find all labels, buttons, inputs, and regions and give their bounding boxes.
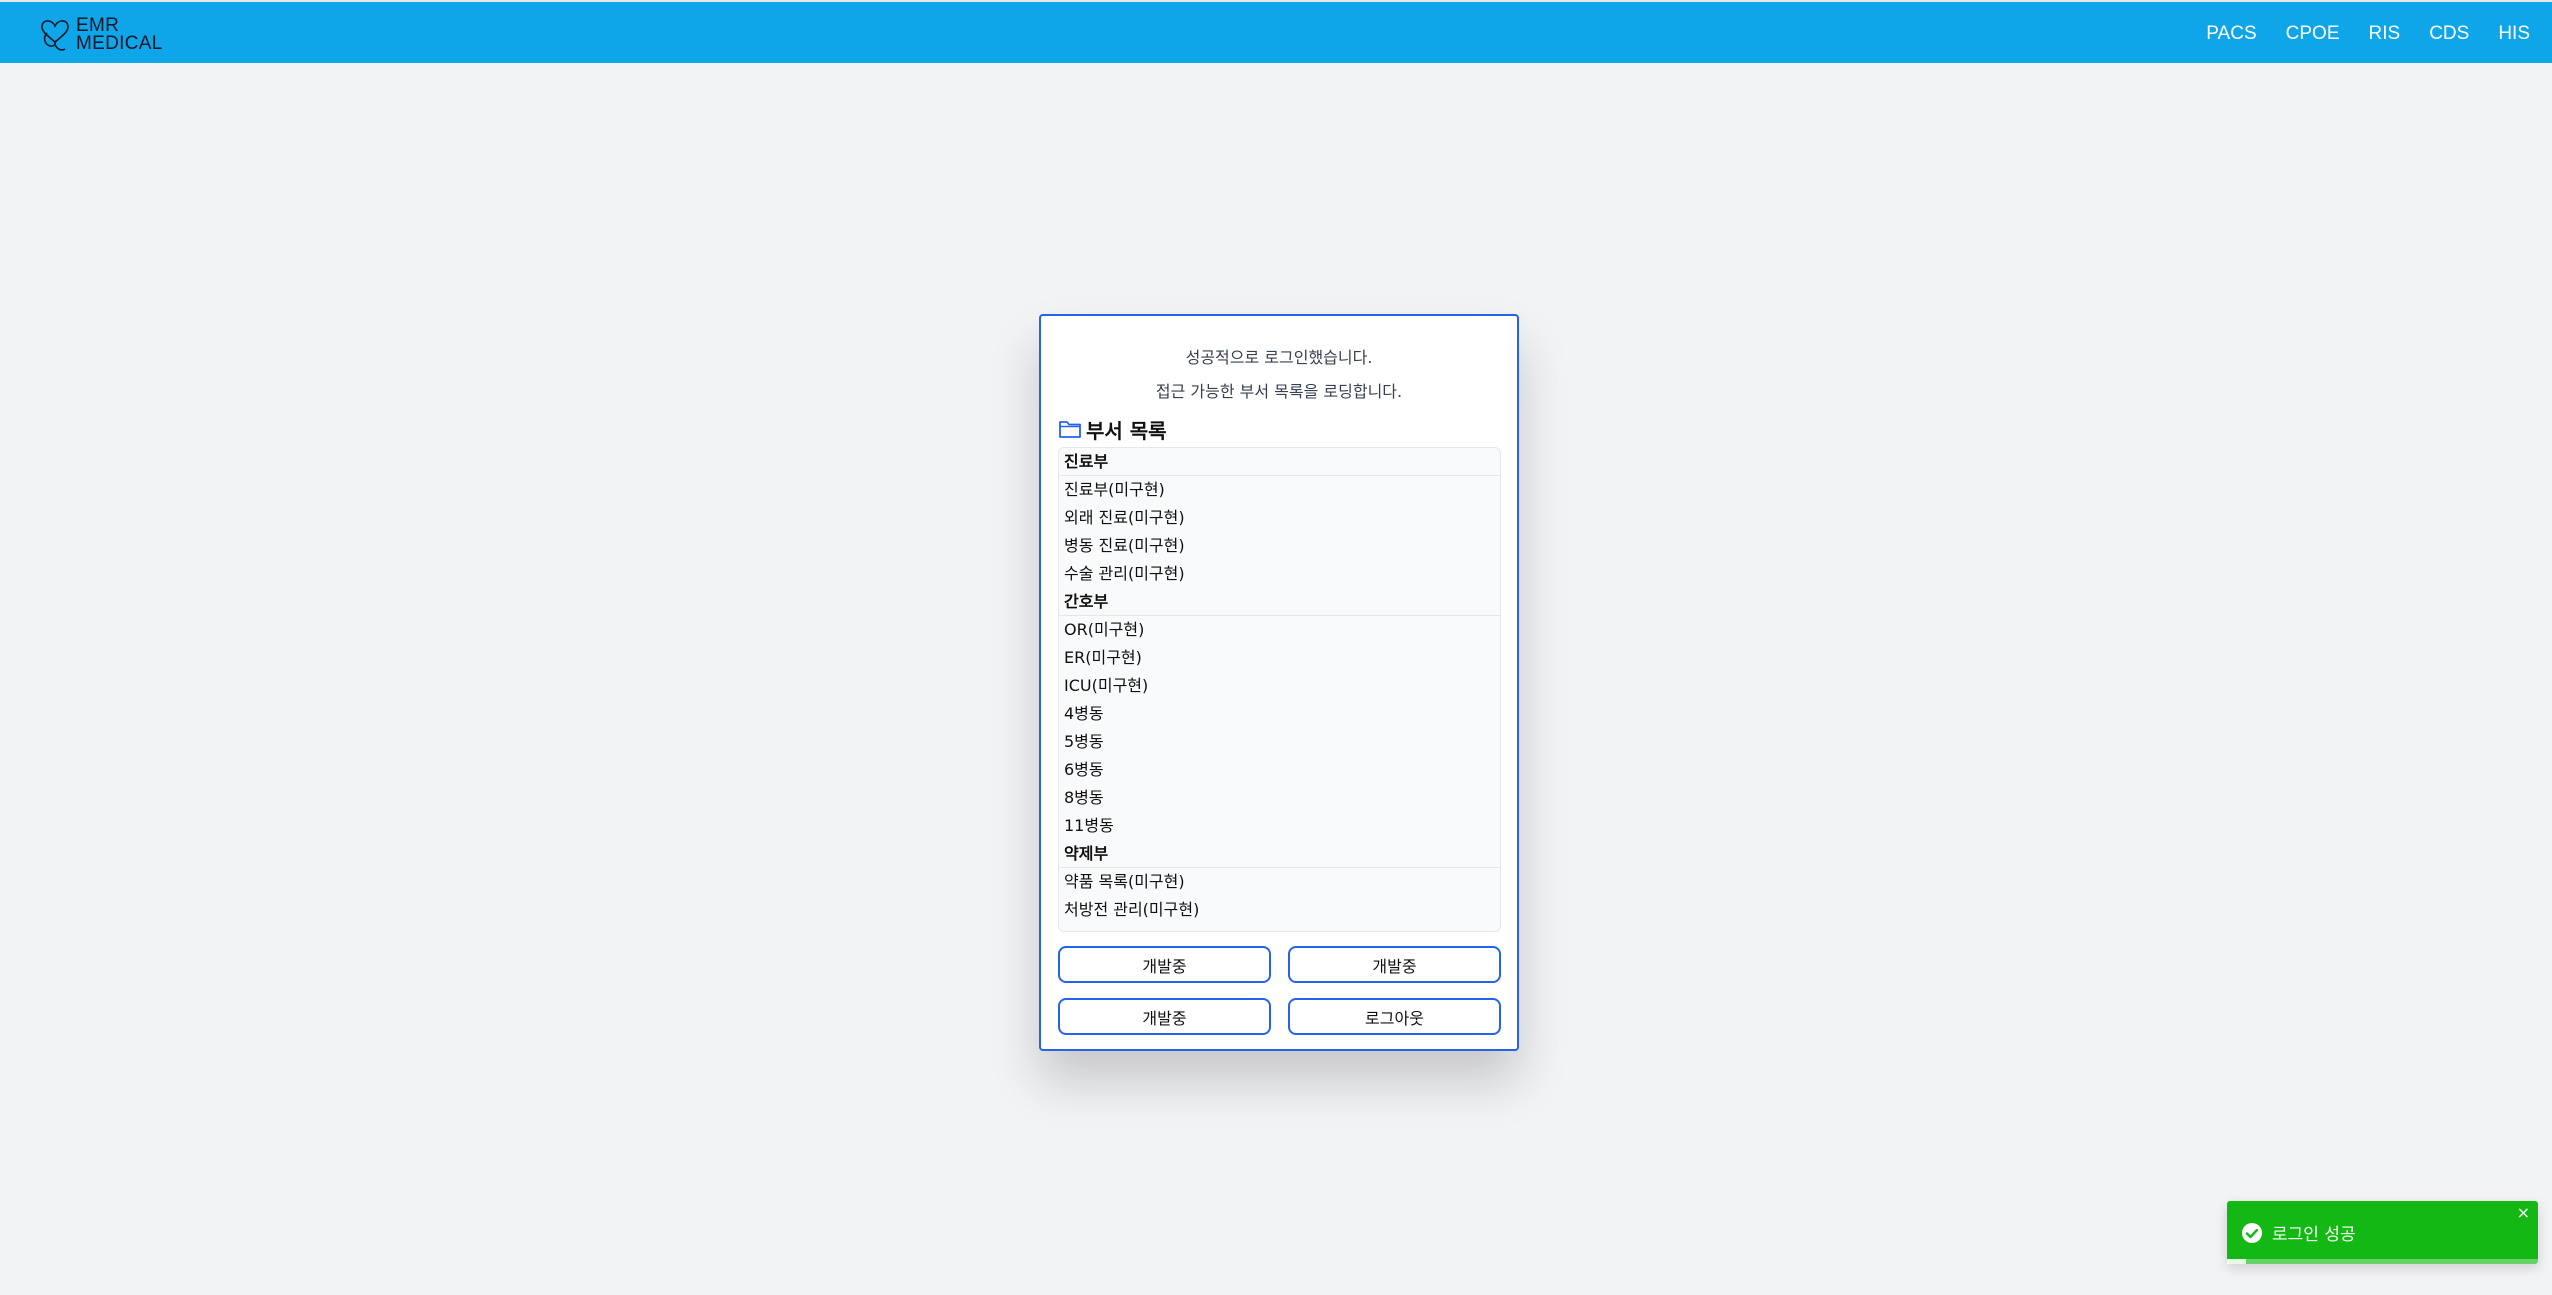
list-item[interactable]: 병동 진료(미구현)	[1059, 532, 1500, 560]
toast-message: 로그인 성공	[2272, 1225, 2356, 1245]
department-group-clinical: 진료부	[1059, 448, 1500, 476]
main-nav: PACS CPOE RIS CDS HIS	[2206, 2, 2530, 65]
list-item[interactable]: 11병동	[1059, 812, 1500, 840]
list-item[interactable]: 진료부(미구현)	[1059, 476, 1500, 504]
list-item[interactable]: 외래 진료(미구현)	[1059, 504, 1500, 532]
department-list-header: 부서 목록	[1058, 414, 1167, 444]
list-item[interactable]: 4병동	[1059, 700, 1500, 728]
list-item[interactable]: 수술 관리(미구현)	[1059, 560, 1500, 588]
list-item[interactable]: 5병동	[1059, 728, 1500, 756]
dev-button-3[interactable]: 개발중	[1058, 998, 1271, 1035]
dev-button-1[interactable]: 개발중	[1058, 946, 1271, 983]
list-item[interactable]: 8병동	[1059, 784, 1500, 812]
department-list: 진료부 진료부(미구현) 외래 진료(미구현) 병동 진료(미구현) 수술 관리…	[1058, 447, 1501, 932]
heart-logo-icon	[41, 20, 69, 51]
list-item[interactable]: 6병동	[1059, 756, 1500, 784]
folder-icon	[1059, 421, 1081, 438]
list-item[interactable]: 처방전 관리(미구현)	[1059, 896, 1500, 924]
logo-text-line2: MEDICAL	[76, 33, 163, 54]
toast-progress-fill	[2227, 1259, 2246, 1264]
department-group-nursing: 간호부	[1059, 588, 1500, 616]
success-toast: 로그인 성공 ×	[2227, 1201, 2538, 1264]
nav-link-pacs[interactable]: PACS	[2206, 23, 2256, 45]
dev-button-2[interactable]: 개발중	[1288, 946, 1501, 983]
login-success-card: 성공적으로 로그인했습니다. 접근 가능한 부서 목록을 로딩합니다. 부서 목…	[1039, 314, 1519, 1051]
department-group-pharmacy: 약제부	[1059, 840, 1500, 868]
top-navbar: EMR MEDICAL PACS CPOE RIS CDS HIS	[0, 0, 2552, 63]
list-item[interactable]: 약품 목록(미구현)	[1059, 868, 1500, 896]
nav-link-cpoe[interactable]: CPOE	[2286, 23, 2340, 45]
check-circle-icon	[2242, 1223, 2262, 1243]
close-icon[interactable]: ×	[2517, 1205, 2530, 1221]
list-item[interactable]: OR(미구현)	[1059, 616, 1500, 644]
nav-link-ris[interactable]: RIS	[2369, 23, 2401, 45]
logo-text: EMR MEDICAL	[76, 16, 163, 54]
nav-link-his[interactable]: HIS	[2498, 23, 2530, 45]
list-item[interactable]: ER(미구현)	[1059, 644, 1500, 672]
toast-progress-bar	[2227, 1259, 2538, 1264]
list-item[interactable]: ICU(미구현)	[1059, 672, 1500, 700]
nav-link-cds[interactable]: CDS	[2429, 23, 2469, 45]
loading-message: 접근 가능한 부서 목록을 로딩합니다.	[1155, 382, 1403, 401]
logout-button[interactable]: 로그아웃	[1288, 998, 1501, 1035]
app-logo[interactable]: EMR MEDICAL	[38, 15, 163, 55]
department-list-title: 부서 목록	[1086, 418, 1167, 443]
success-message: 성공적으로 로그인했습니다.	[1185, 348, 1373, 367]
